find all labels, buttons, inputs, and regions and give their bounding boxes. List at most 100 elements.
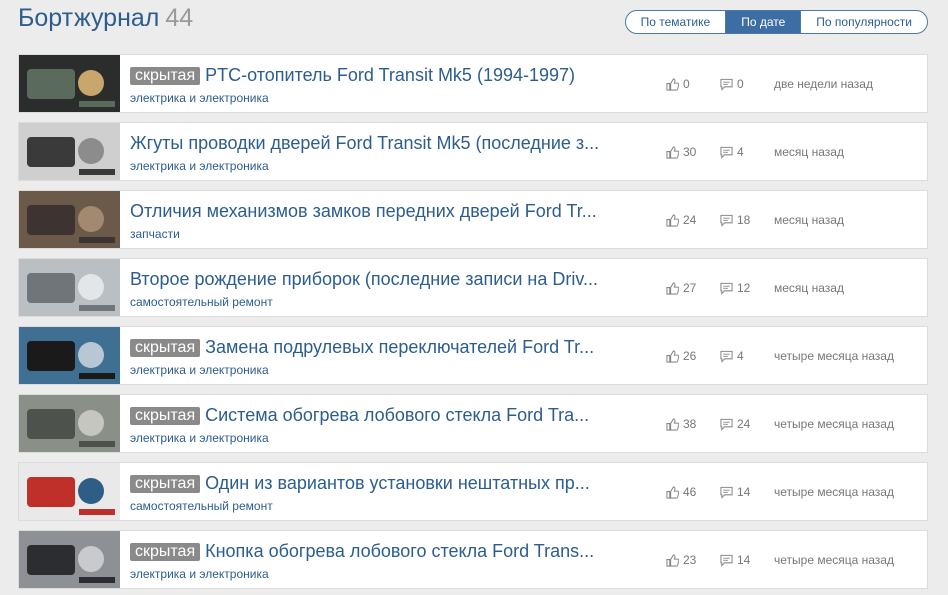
comment-icon [720,78,733,91]
post-category-link[interactable]: электрика и электроника [130,431,269,445]
title-text: Бортжурнал [18,4,160,32]
hidden-badge: скрытая [130,475,201,493]
post-category-link[interactable]: электрика и электроника [130,91,269,105]
likes-count: 0 [683,77,690,91]
post-title-link[interactable]: скрытая Замена подрулевых переключателей … [130,337,610,357]
comment-icon [720,146,733,159]
post-title-link[interactable]: скрытая Кнопка обогрева лобового стекла F… [130,541,610,561]
post-row[interactable]: скрытая Кнопка обогрева лобового стекла F… [18,530,928,589]
post-title[interactable]: Кнопка обогрева лобового стекла Ford Tra… [205,541,594,561]
post-stats: 46 14 четыре месяца назад [666,485,894,499]
thumbnail-image [19,531,120,588]
post-category-link[interactable]: электрика и электроника [130,363,269,377]
comment-icon [720,486,733,499]
sort-by-popularity-button[interactable]: По популярности [801,11,927,33]
post-row[interactable]: скрытая Один из вариантов установки нешта… [18,462,928,521]
post-title-link[interactable]: Жгуты проводки дверей Ford Transit Mk5 (… [130,133,610,153]
sort-by-topic-button[interactable]: По тематике [626,11,727,33]
thumbnail-image [19,463,120,520]
likes-counter[interactable]: 30 [666,145,720,159]
thumbnail-image [19,123,120,180]
post-time: четыре месяца назад [774,553,894,567]
comments-counter[interactable]: 4 [720,349,774,363]
post-row[interactable]: скрытая Система обогрева лобового стекла … [18,394,928,453]
post-time: четыре месяца назад [774,349,894,363]
comments-counter[interactable]: 4 [720,145,774,159]
likes-counter[interactable]: 0 [666,77,720,91]
likes-count: 23 [683,553,697,567]
thumbs-up-icon [666,553,679,567]
sort-by-date-button[interactable]: По дате [726,11,802,33]
comments-count: 0 [737,77,744,91]
thumbnail-image [19,191,120,248]
comments-count: 4 [737,349,744,363]
likes-count: 46 [683,485,697,499]
post-list: скрытая PTC-отопитель Ford Transit Mk5 (1… [18,54,928,595]
post-title[interactable]: Второе рождение приборок (последние запи… [130,269,598,289]
post-title[interactable]: Жгуты проводки дверей Ford Transit Mk5 (… [130,133,599,153]
thumbs-up-icon [666,77,679,91]
hidden-badge: скрытая [130,407,201,425]
post-thumbnail[interactable] [19,531,120,588]
comments-counter[interactable]: 14 [720,553,774,567]
likes-count: 24 [683,213,697,227]
hidden-badge: скрытая [130,543,201,561]
post-title[interactable]: Один из вариантов установки нештатных пр… [205,473,590,493]
likes-counter[interactable]: 46 [666,485,720,499]
comment-icon [720,554,733,567]
post-stats: 0 0 две недели назад [666,77,873,91]
post-thumbnail[interactable] [19,463,120,520]
post-title-link[interactable]: Отличия механизмов замков передних двере… [130,201,610,221]
likes-counter[interactable]: 27 [666,281,720,295]
post-thumbnail[interactable] [19,327,120,384]
post-title-link[interactable]: скрытая Система обогрева лобового стекла … [130,405,610,425]
post-count: 44 [165,4,194,32]
post-category-link[interactable]: самостоятельный ремонт [130,295,273,309]
comments-count: 24 [737,417,751,431]
sort-toggle: По тематике По дате По популярности [624,10,928,34]
comments-counter[interactable]: 14 [720,485,774,499]
post-time: месяц назад [774,281,844,295]
post-title[interactable]: Отличия механизмов замков передних двере… [130,201,597,221]
likes-count: 26 [683,349,697,363]
post-category-link[interactable]: запчасти [130,227,180,241]
likes-counter[interactable]: 24 [666,213,720,227]
post-thumbnail[interactable] [19,395,120,452]
thumbnail-image [19,55,120,112]
post-stats: 27 12 месяц назад [666,281,844,295]
post-time: две недели назад [774,77,873,91]
comments-counter[interactable]: 0 [720,77,774,91]
post-row[interactable]: Второе рождение приборок (последние запи… [18,258,928,317]
likes-counter[interactable]: 38 [666,417,720,431]
post-row[interactable]: Отличия механизмов замков передних двере… [18,190,928,249]
post-thumbnail[interactable] [19,191,120,248]
likes-counter[interactable]: 26 [666,349,720,363]
thumbs-up-icon [666,213,679,227]
comments-counter[interactable]: 24 [720,417,774,431]
post-title-link[interactable]: Второе рождение приборок (последние запи… [130,269,610,289]
hidden-badge: скрытая [130,339,201,357]
post-thumbnail[interactable] [19,55,120,112]
post-stats: 24 18 месяц назад [666,213,844,227]
comments-count: 18 [737,213,751,227]
post-stats: 38 24 четыре месяца назад [666,417,894,431]
post-row[interactable]: скрытая Замена подрулевых переключателей … [18,326,928,385]
post-title[interactable]: Система обогрева лобового стекла Ford Tr… [205,405,589,425]
post-category-link[interactable]: электрика и электроника [130,159,269,173]
post-thumbnail[interactable] [19,259,120,316]
post-title[interactable]: Замена подрулевых переключателей Ford Tr… [205,337,594,357]
post-row[interactable]: скрытая PTC-отопитель Ford Transit Mk5 (1… [18,54,928,113]
comments-counter[interactable]: 12 [720,281,774,295]
post-thumbnail[interactable] [19,123,120,180]
comment-icon [720,282,733,295]
post-row[interactable]: Жгуты проводки дверей Ford Transit Mk5 (… [18,122,928,181]
post-title[interactable]: PTC-отопитель Ford Transit Mk5 (1994-199… [205,65,575,85]
post-category-link[interactable]: самостоятельный ремонт [130,499,273,513]
post-title-link[interactable]: скрытая Один из вариантов установки нешта… [130,473,610,493]
likes-counter[interactable]: 23 [666,553,720,567]
comments-count: 14 [737,485,751,499]
comment-icon [720,350,733,363]
post-title-link[interactable]: скрытая PTC-отопитель Ford Transit Mk5 (1… [130,65,610,85]
post-category-link[interactable]: электрика и электроника [130,567,269,581]
comments-counter[interactable]: 18 [720,213,774,227]
